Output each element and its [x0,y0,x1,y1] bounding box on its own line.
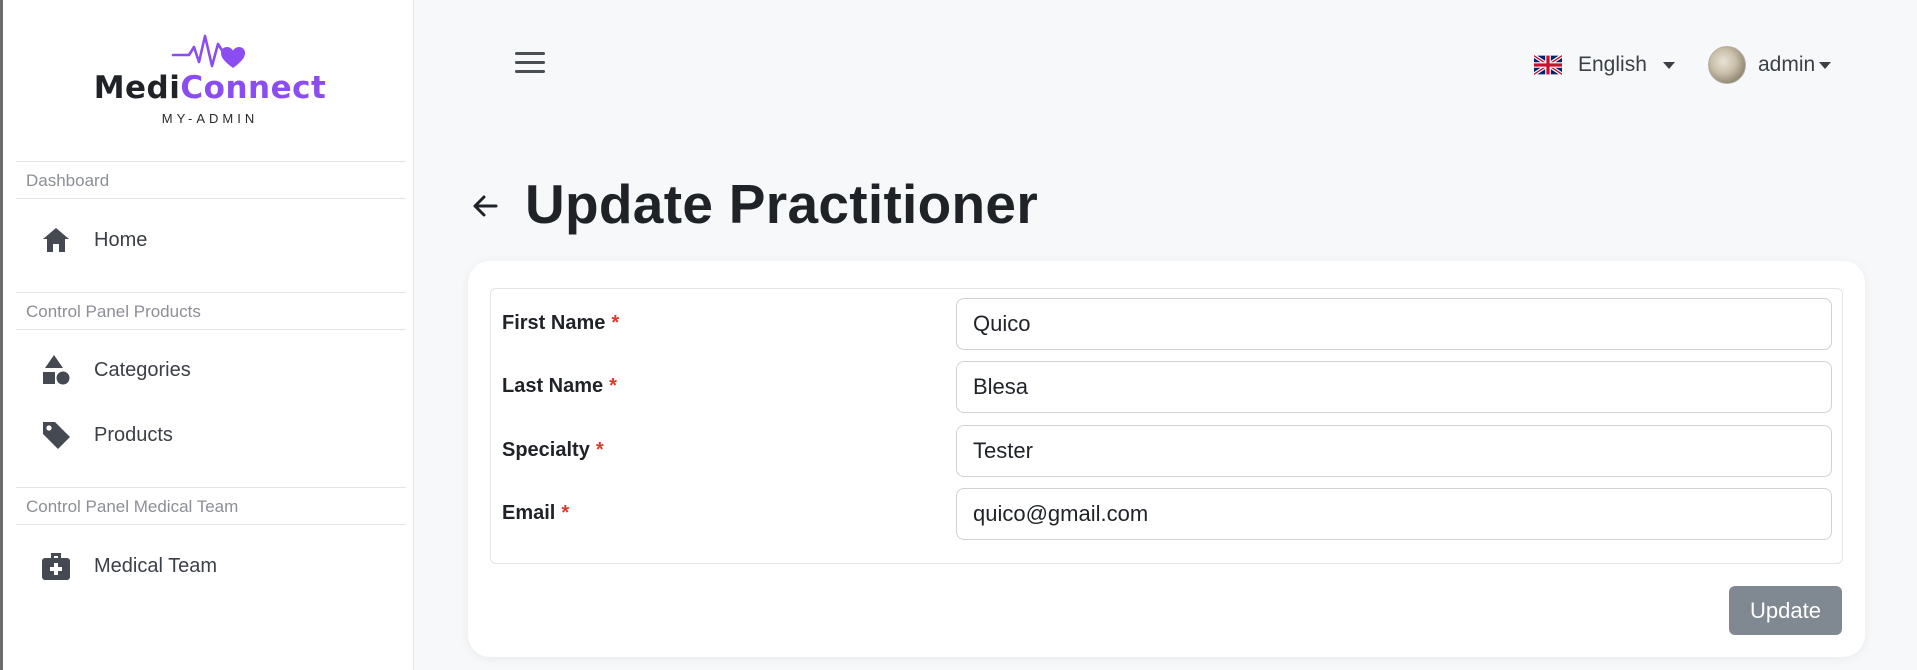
first-name-field[interactable] [956,298,1832,350]
sidebar-section-dashboard: Dashboard [16,161,406,199]
email-label: Email * [502,502,569,525]
sidebar-section-products: Control Panel Products [16,292,406,330]
chevron-down-icon [1819,61,1832,69]
sidebar-item-label: Medical Team [94,554,218,577]
required-marker: * [595,439,604,461]
sidebar-item-medical-team[interactable]: Medical Team [16,541,406,591]
tag-icon [40,419,72,451]
user-name: admin [1758,53,1816,76]
email-label-text: Email [502,502,556,524]
app-logo[interactable]: MediConnect MY-ADMIN [3,18,417,130]
last-name-field[interactable] [956,361,1832,413]
hamburger-line [515,61,545,64]
specialty-field[interactable] [956,425,1832,477]
home-icon [40,224,72,256]
medical-kit-icon [40,550,72,582]
sidebar-item-label: Home [94,228,148,251]
logo-subtitle: MY-ADMIN [161,111,259,126]
first-name-label: First Name * [502,312,619,335]
back-arrow-icon[interactable] [470,191,500,221]
sidebar-item-home[interactable]: Home [16,215,406,265]
logo-wordmark: MediConnect [3,70,417,106]
sidebar: MediConnect MY-ADMIN Dashboard Home Cont… [0,0,414,670]
sidebar-item-label: Products [94,423,173,446]
language-label: English [1578,53,1647,76]
hamburger-line [515,70,545,73]
page-title: Update Practitioner [525,173,1039,235]
shapes-icon [40,354,72,386]
uk-flag-icon [1534,55,1562,75]
sidebar-item-label: Categories [94,358,191,381]
specialty-label-text: Specialty [502,439,590,461]
language-selector[interactable]: English [1534,48,1675,82]
sidebar-item-products[interactable]: Products [16,410,406,460]
avatar [1708,46,1746,84]
last-name-label: Last Name * [502,375,617,398]
logo-part-connect: Connect [180,70,327,106]
sidebar-item-categories[interactable]: Categories [16,345,406,395]
logo-part-medi: Medi [93,70,181,106]
update-button[interactable]: Update [1729,586,1842,635]
required-marker: * [611,312,620,334]
specialty-label: Specialty * [502,439,604,462]
last-name-label-text: Last Name [502,375,604,397]
user-menu[interactable]: admin [1708,46,1832,84]
required-marker: * [561,502,570,524]
chevron-down-icon [1662,61,1675,69]
first-name-label-text: First Name [502,312,606,334]
sidebar-section-medical-team: Control Panel Medical Team [16,487,406,525]
hamburger-line [515,52,545,55]
menu-toggle-button[interactable] [515,52,545,76]
email-field[interactable] [956,488,1832,540]
required-marker: * [609,375,617,397]
